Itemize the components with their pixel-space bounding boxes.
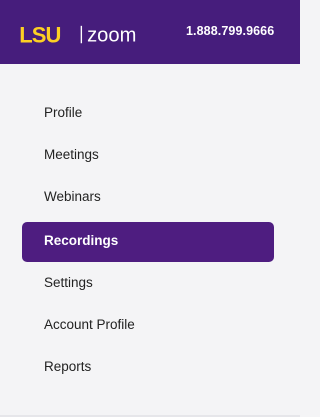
sidebar-item-webinars[interactable]: Webinars [22,178,274,218]
support-phone-number[interactable]: 1.888.799.9666 [186,24,274,38]
sidebar-content: Profile Meetings Webinars Recordings Set… [0,64,300,417]
sidebar-item-label: Meetings [44,147,99,162]
sidebar-item-account-profile[interactable]: Account Profile [22,306,274,346]
sidebar-item-reports[interactable]: Reports [22,348,274,388]
top-header: LSU zoom 1.888.799.9666 [0,0,300,64]
sidebar-item-recordings[interactable]: Recordings [22,222,274,262]
sidebar-item-label: Webinars [44,189,101,204]
sidebar-item-label: Account Profile [44,317,135,332]
lsu-zoom-logo[interactable]: LSU zoom [13,24,163,46]
sidebar-item-label: Settings [44,275,93,290]
sidebar-item-label: Profile [44,105,83,120]
brand-lsu-text: LSU [19,24,60,46]
brand-zoom-text: zoom [87,24,136,46]
sidebar-item-settings[interactable]: Settings [22,264,274,304]
brand-divider [80,25,83,44]
sidebar-item-meetings[interactable]: Meetings [22,136,274,176]
sidebar-item-label: Recordings [44,233,119,248]
sidebar-item-label: Reports [44,359,92,374]
sidebar-item-profile[interactable]: Profile [22,94,274,134]
